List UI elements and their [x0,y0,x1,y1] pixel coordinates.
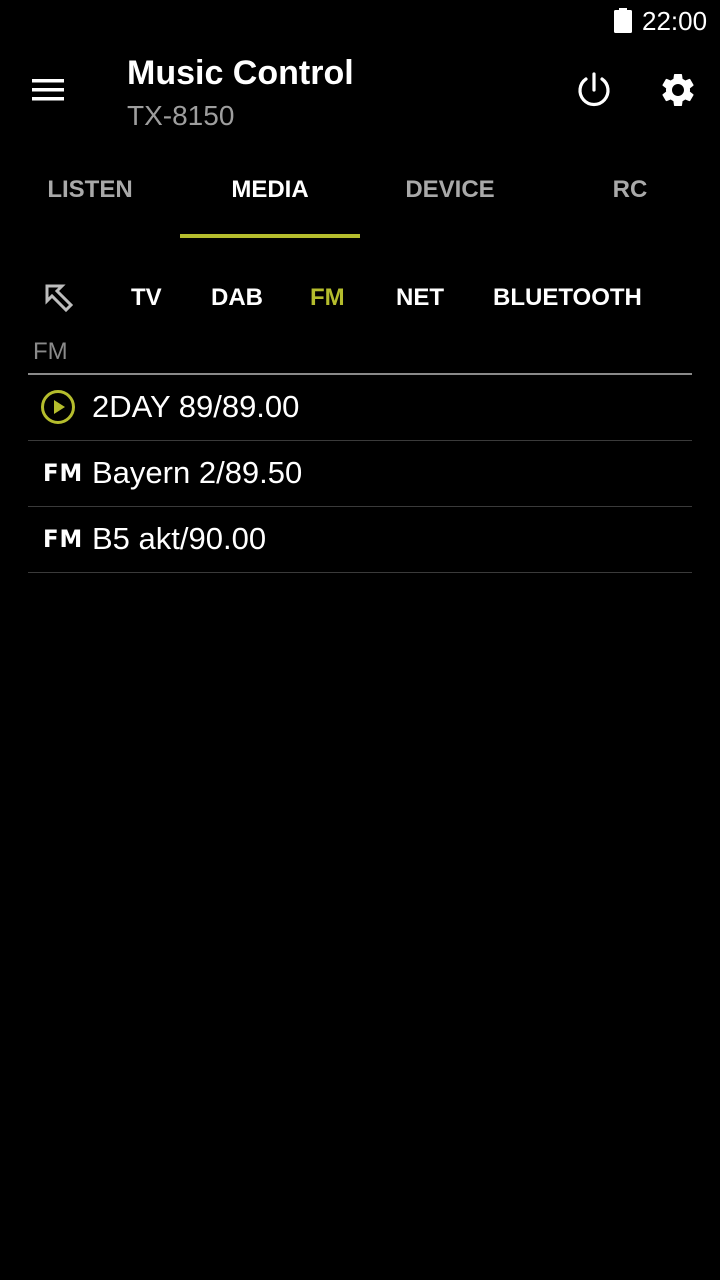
source-fm[interactable]: FM [310,284,345,312]
list-item[interactable]: FM Bayern 2/89.50 [28,441,692,507]
status-bar: 22:00 [0,0,720,42]
tab-media[interactable]: MEDIA [180,152,360,238]
source-bluetooth[interactable]: BLUETOOTH [493,284,642,312]
play-circle-icon [41,390,75,424]
source-selector: TV DAB FM NET BLUETOOTH [0,270,720,326]
fm-icon: FM [43,459,84,487]
status-time: 22:00 [642,6,708,36]
active-tab-indicator [180,234,360,238]
power-icon[interactable] [574,70,614,110]
section-label: FM [33,338,68,365]
hamburger-menu-icon[interactable] [30,76,66,104]
list-item[interactable]: FM B5 akt/90.00 [28,507,692,573]
main-tabs: LISTEN MEDIA DEVICE RC [0,152,720,238]
station-name: Bayern 2/89.50 [92,455,303,490]
source-net[interactable]: NET [396,284,444,312]
station-list: 2DAY 89/89.00 FM Bayern 2/89.50 FM B5 ak… [28,375,692,573]
fm-icon: FM [43,525,84,553]
app-bar: Music Control TX-8150 [0,42,720,152]
battery-full-icon [614,8,632,33]
tab-device[interactable]: DEVICE [360,152,540,238]
app-title: Music Control [127,54,354,92]
source-dab[interactable]: DAB [211,284,263,312]
source-tv[interactable]: TV [131,284,162,312]
list-item[interactable]: 2DAY 89/89.00 [28,375,692,441]
gear-icon[interactable] [658,70,698,110]
tab-rc[interactable]: RC [540,152,720,238]
station-name: 2DAY 89/89.00 [92,389,300,424]
device-name: TX-8150 [127,100,235,131]
arrow-up-left-icon[interactable] [42,282,76,316]
tab-listen[interactable]: LISTEN [0,152,180,238]
station-name: B5 akt/90.00 [92,521,267,556]
